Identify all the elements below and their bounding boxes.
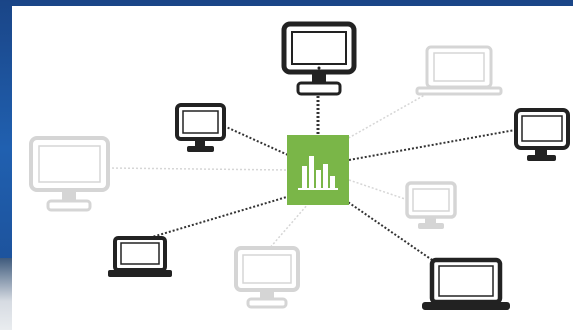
link-monitor-small-right (348, 179, 409, 201)
laptop-icon (415, 45, 503, 96)
network-diagram-image (0, 0, 573, 330)
monitor-icon (29, 136, 110, 212)
laptop-icon (422, 257, 510, 310)
hub-node (287, 135, 349, 205)
link-monitor-far-left (107, 167, 289, 171)
link-monitor-small-left (223, 125, 289, 156)
monitor-icon (234, 246, 300, 309)
link-monitor-right (348, 129, 516, 161)
monitor-icon (175, 103, 226, 152)
link-laptop-top-right (344, 91, 431, 141)
network-diagram (29, 21, 570, 310)
monitor-icon (405, 181, 457, 229)
link-monitor-bottom-center (267, 203, 309, 251)
monitor-icon (514, 108, 570, 161)
laptop-icon (108, 236, 172, 277)
link-laptop-bottom-left (141, 195, 291, 241)
monitor-icon (281, 21, 357, 96)
